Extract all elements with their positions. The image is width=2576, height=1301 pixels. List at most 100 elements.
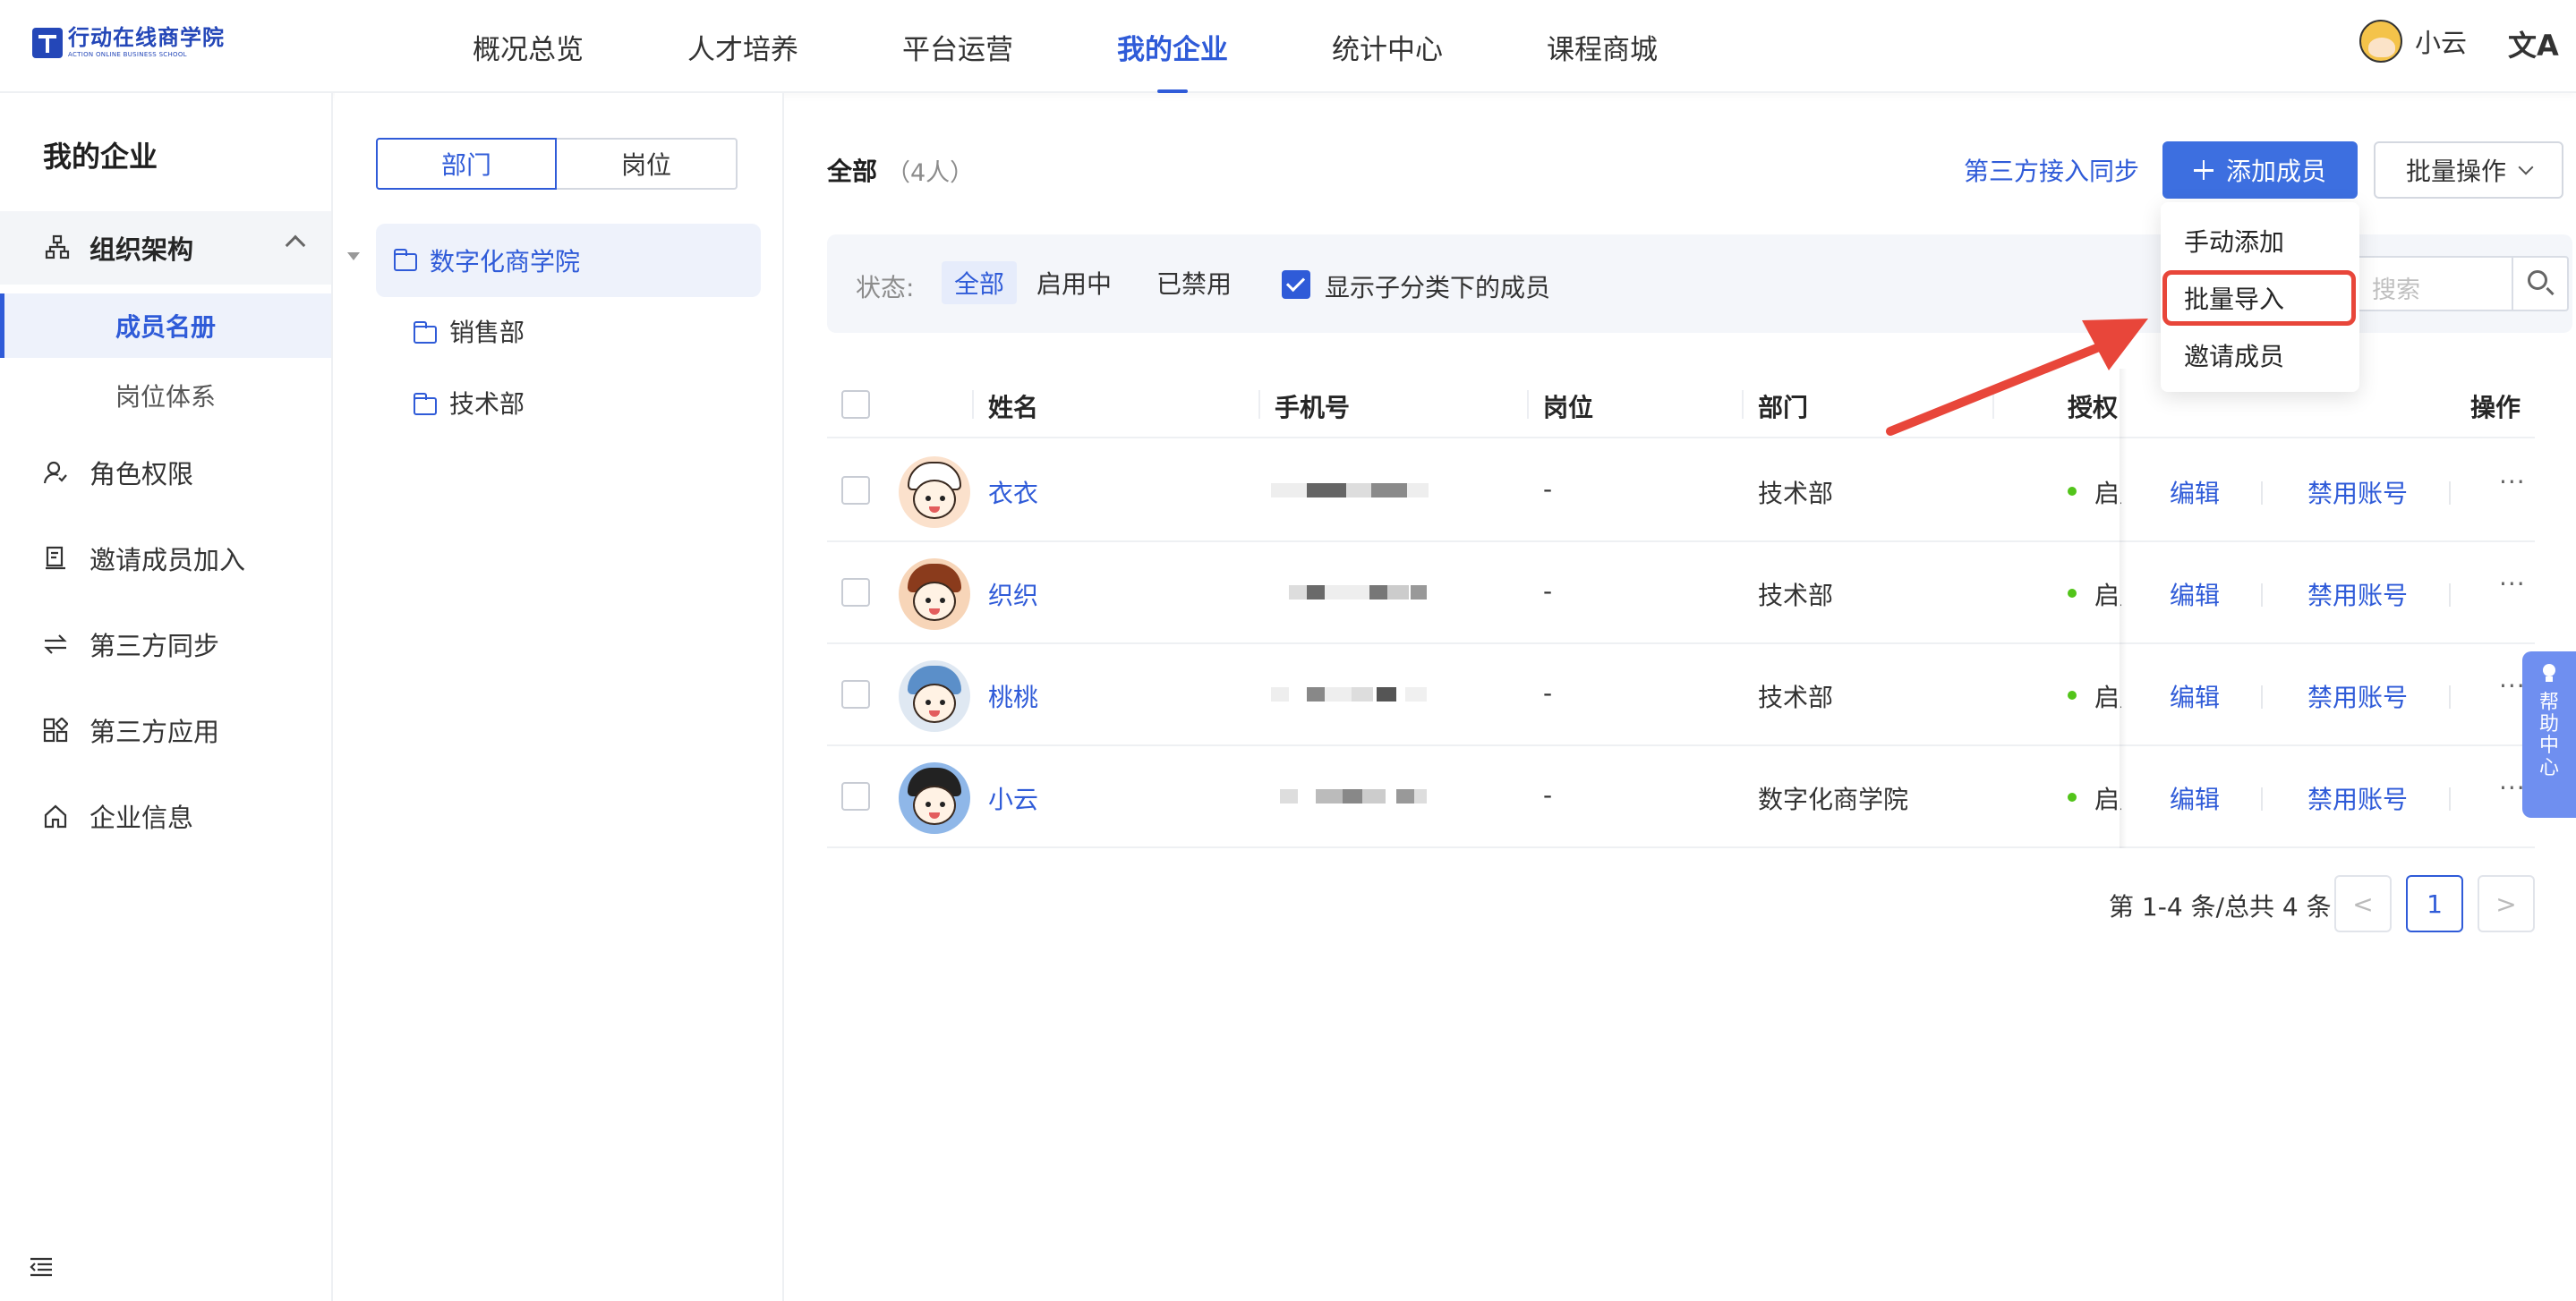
apps-icon (43, 718, 68, 743)
status-text: 启用中 (2094, 581, 2121, 610)
sidebar-item-enterprise-info[interactable]: 企业信息 (0, 780, 331, 852)
sidebar-item-invite-members[interactable]: 邀请成员加入 (0, 523, 331, 594)
status-dot (2068, 487, 2077, 496)
status-text: 启用中 (2094, 479, 2121, 508)
sync-icon (44, 634, 67, 654)
prev-page-button[interactable]: < (2334, 875, 2392, 932)
tree-node-label: 数字化商学院 (430, 247, 581, 276)
edit-button[interactable]: 编辑 (2170, 474, 2220, 510)
page-title: 全部 (827, 157, 878, 186)
status-option-enabled[interactable]: 启用中 (1024, 261, 1124, 304)
edit-button[interactable]: 编辑 (2170, 678, 2220, 714)
avatar (2359, 20, 2402, 63)
member-name-link[interactable]: 小云 (988, 780, 1038, 816)
edit-button[interactable]: 编辑 (2170, 576, 2220, 612)
row-checkbox[interactable] (841, 782, 870, 811)
member-count: （4人） (886, 159, 975, 187)
sidebar-item-position-system[interactable]: 岗位体系 (0, 363, 331, 428)
logo-title: 行动在线商学院 (68, 25, 225, 50)
tree-node-label: 技术部 (449, 389, 525, 419)
disable-account-button[interactable]: 禁用账号 (2307, 678, 2408, 714)
status-option-all[interactable]: 全部 (942, 261, 1018, 304)
phone-number-masked (1271, 782, 1429, 811)
third-party-sync-link[interactable]: 第三方接入同步 (1964, 152, 2139, 188)
phone-number-masked (1271, 578, 1429, 607)
user-menu[interactable]: 小云 (2359, 20, 2467, 63)
add-member-button[interactable]: 添加成员 (2162, 141, 2358, 199)
sidebar-item-third-party-apps[interactable]: 第三方应用 (0, 694, 331, 766)
sidebar: 我的企业 组织架构 成员名册 岗位体系 角色权限 邀请成员加入 第三方同步 第三… (0, 93, 333, 1301)
nav-item-talent[interactable]: 人才培养 (635, 0, 850, 93)
sidebar-item-label: 角色权限 (90, 459, 194, 489)
department-tree-panel: 部门 岗位 数字化商学院 销售部 技术部 (335, 93, 784, 1301)
column-department: 部门 (1758, 393, 1809, 422)
member-name-link[interactable]: 衣衣 (988, 474, 1038, 510)
next-page-button[interactable]: > (2478, 875, 2535, 932)
nav-item-statistics[interactable]: 统计中心 (1280, 0, 1495, 93)
main-nav: 概况总览 人才培养 平台运营 我的企业 统计中心 课程商城 (421, 0, 1710, 93)
disable-account-button[interactable]: 禁用账号 (2307, 576, 2408, 612)
org-chart-icon (45, 234, 70, 259)
tree-node-root[interactable]: 数字化商学院 (376, 224, 761, 297)
nav-item-course-mall[interactable]: 课程商城 (1495, 0, 1710, 93)
select-all-checkbox[interactable] (841, 390, 870, 419)
phone-number-masked (1271, 680, 1429, 709)
column-phone: 手机号 (1275, 393, 1351, 422)
caret-down-icon[interactable] (347, 252, 360, 260)
position-cell: - (1543, 780, 1553, 810)
more-actions-icon[interactable]: ··· (2499, 569, 2526, 599)
search-icon (2528, 270, 2547, 290)
table-row: 小云 - 数字化商学院 启用中 编辑 禁用账号 ··· (827, 746, 2535, 848)
status-dot (2068, 589, 2077, 598)
nav-item-my-enterprise[interactable]: 我的企业 (1065, 0, 1280, 93)
batch-operation-label: 批量操作 (2405, 157, 2506, 186)
status-dot (2068, 793, 2077, 802)
more-actions-icon[interactable]: ··· (2499, 467, 2526, 497)
nav-item-operation[interactable]: 平台运营 (850, 0, 1065, 93)
sidebar-item-role-permission[interactable]: 角色权限 (0, 437, 331, 508)
edit-button[interactable]: 编辑 (2170, 780, 2220, 816)
avatar (899, 762, 970, 834)
row-checkbox[interactable] (841, 578, 870, 607)
row-checkbox[interactable] (841, 680, 870, 709)
chevron-up-icon[interactable] (285, 234, 306, 256)
column-name: 姓名 (988, 393, 1039, 422)
show-sub-members-checkbox[interactable] (1282, 270, 1310, 299)
disable-account-button[interactable]: 禁用账号 (2307, 780, 2408, 816)
disable-account-button[interactable]: 禁用账号 (2307, 474, 2408, 510)
member-name-link[interactable]: 桃桃 (988, 678, 1038, 714)
lightbulb-icon (2540, 664, 2558, 684)
language-switch-icon[interactable]: 文A (2508, 23, 2559, 64)
collapse-sidebar-icon[interactable] (29, 1256, 54, 1278)
home-icon (44, 804, 67, 829)
annotation-arrow-icon (1886, 319, 2148, 436)
user-name: 小云 (2415, 28, 2468, 58)
sidebar-item-third-party-sync[interactable]: 第三方同步 (0, 608, 331, 680)
plus-icon (2193, 160, 2213, 180)
help-center-label: 帮助中心 (2538, 692, 2559, 779)
page-number-button[interactable]: 1 (2406, 875, 2463, 932)
sidebar-item-member-roster[interactable]: 成员名册 (0, 293, 331, 358)
top-navigation-bar: 行动在线商学院 ACTION ONLINE BUSINESS SCHOOL 概况… (0, 0, 2576, 93)
tab-position[interactable]: 岗位 (557, 138, 738, 190)
tab-department[interactable]: 部门 (376, 138, 557, 190)
role-icon (43, 461, 67, 484)
member-name-link[interactable]: 织织 (988, 576, 1038, 612)
menu-item-manual-add[interactable]: 手动添加 (2161, 213, 2359, 268)
folder-icon (413, 321, 437, 344)
app-logo[interactable]: 行动在线商学院 ACTION ONLINE BUSINESS SCHOOL (32, 27, 225, 58)
menu-item-invite-member[interactable]: 邀请成员 (2161, 327, 2359, 383)
help-center-button[interactable]: 帮助中心 (2522, 651, 2576, 818)
status-text: 启用中 (2094, 785, 2121, 814)
department-cell: 技术部 (1758, 479, 1834, 508)
status-option-disabled[interactable]: 已禁用 (1144, 261, 1244, 304)
table-row: 桃桃 - 技术部 启用中 编辑 禁用账号 ··· (827, 644, 2535, 746)
nav-item-overview[interactable]: 概况总览 (421, 0, 635, 93)
table-row: 织织 - 技术部 启用中 编辑 禁用账号 ··· (827, 542, 2535, 644)
batch-operation-button[interactable]: 批量操作 (2374, 141, 2563, 199)
sidebar-group-org[interactable]: 组织架构 (0, 211, 331, 285)
department-cell: 数字化商学院 (1758, 785, 1909, 814)
search-button[interactable] (2512, 258, 2567, 310)
row-checkbox[interactable] (841, 476, 870, 505)
invite-icon (46, 546, 65, 570)
